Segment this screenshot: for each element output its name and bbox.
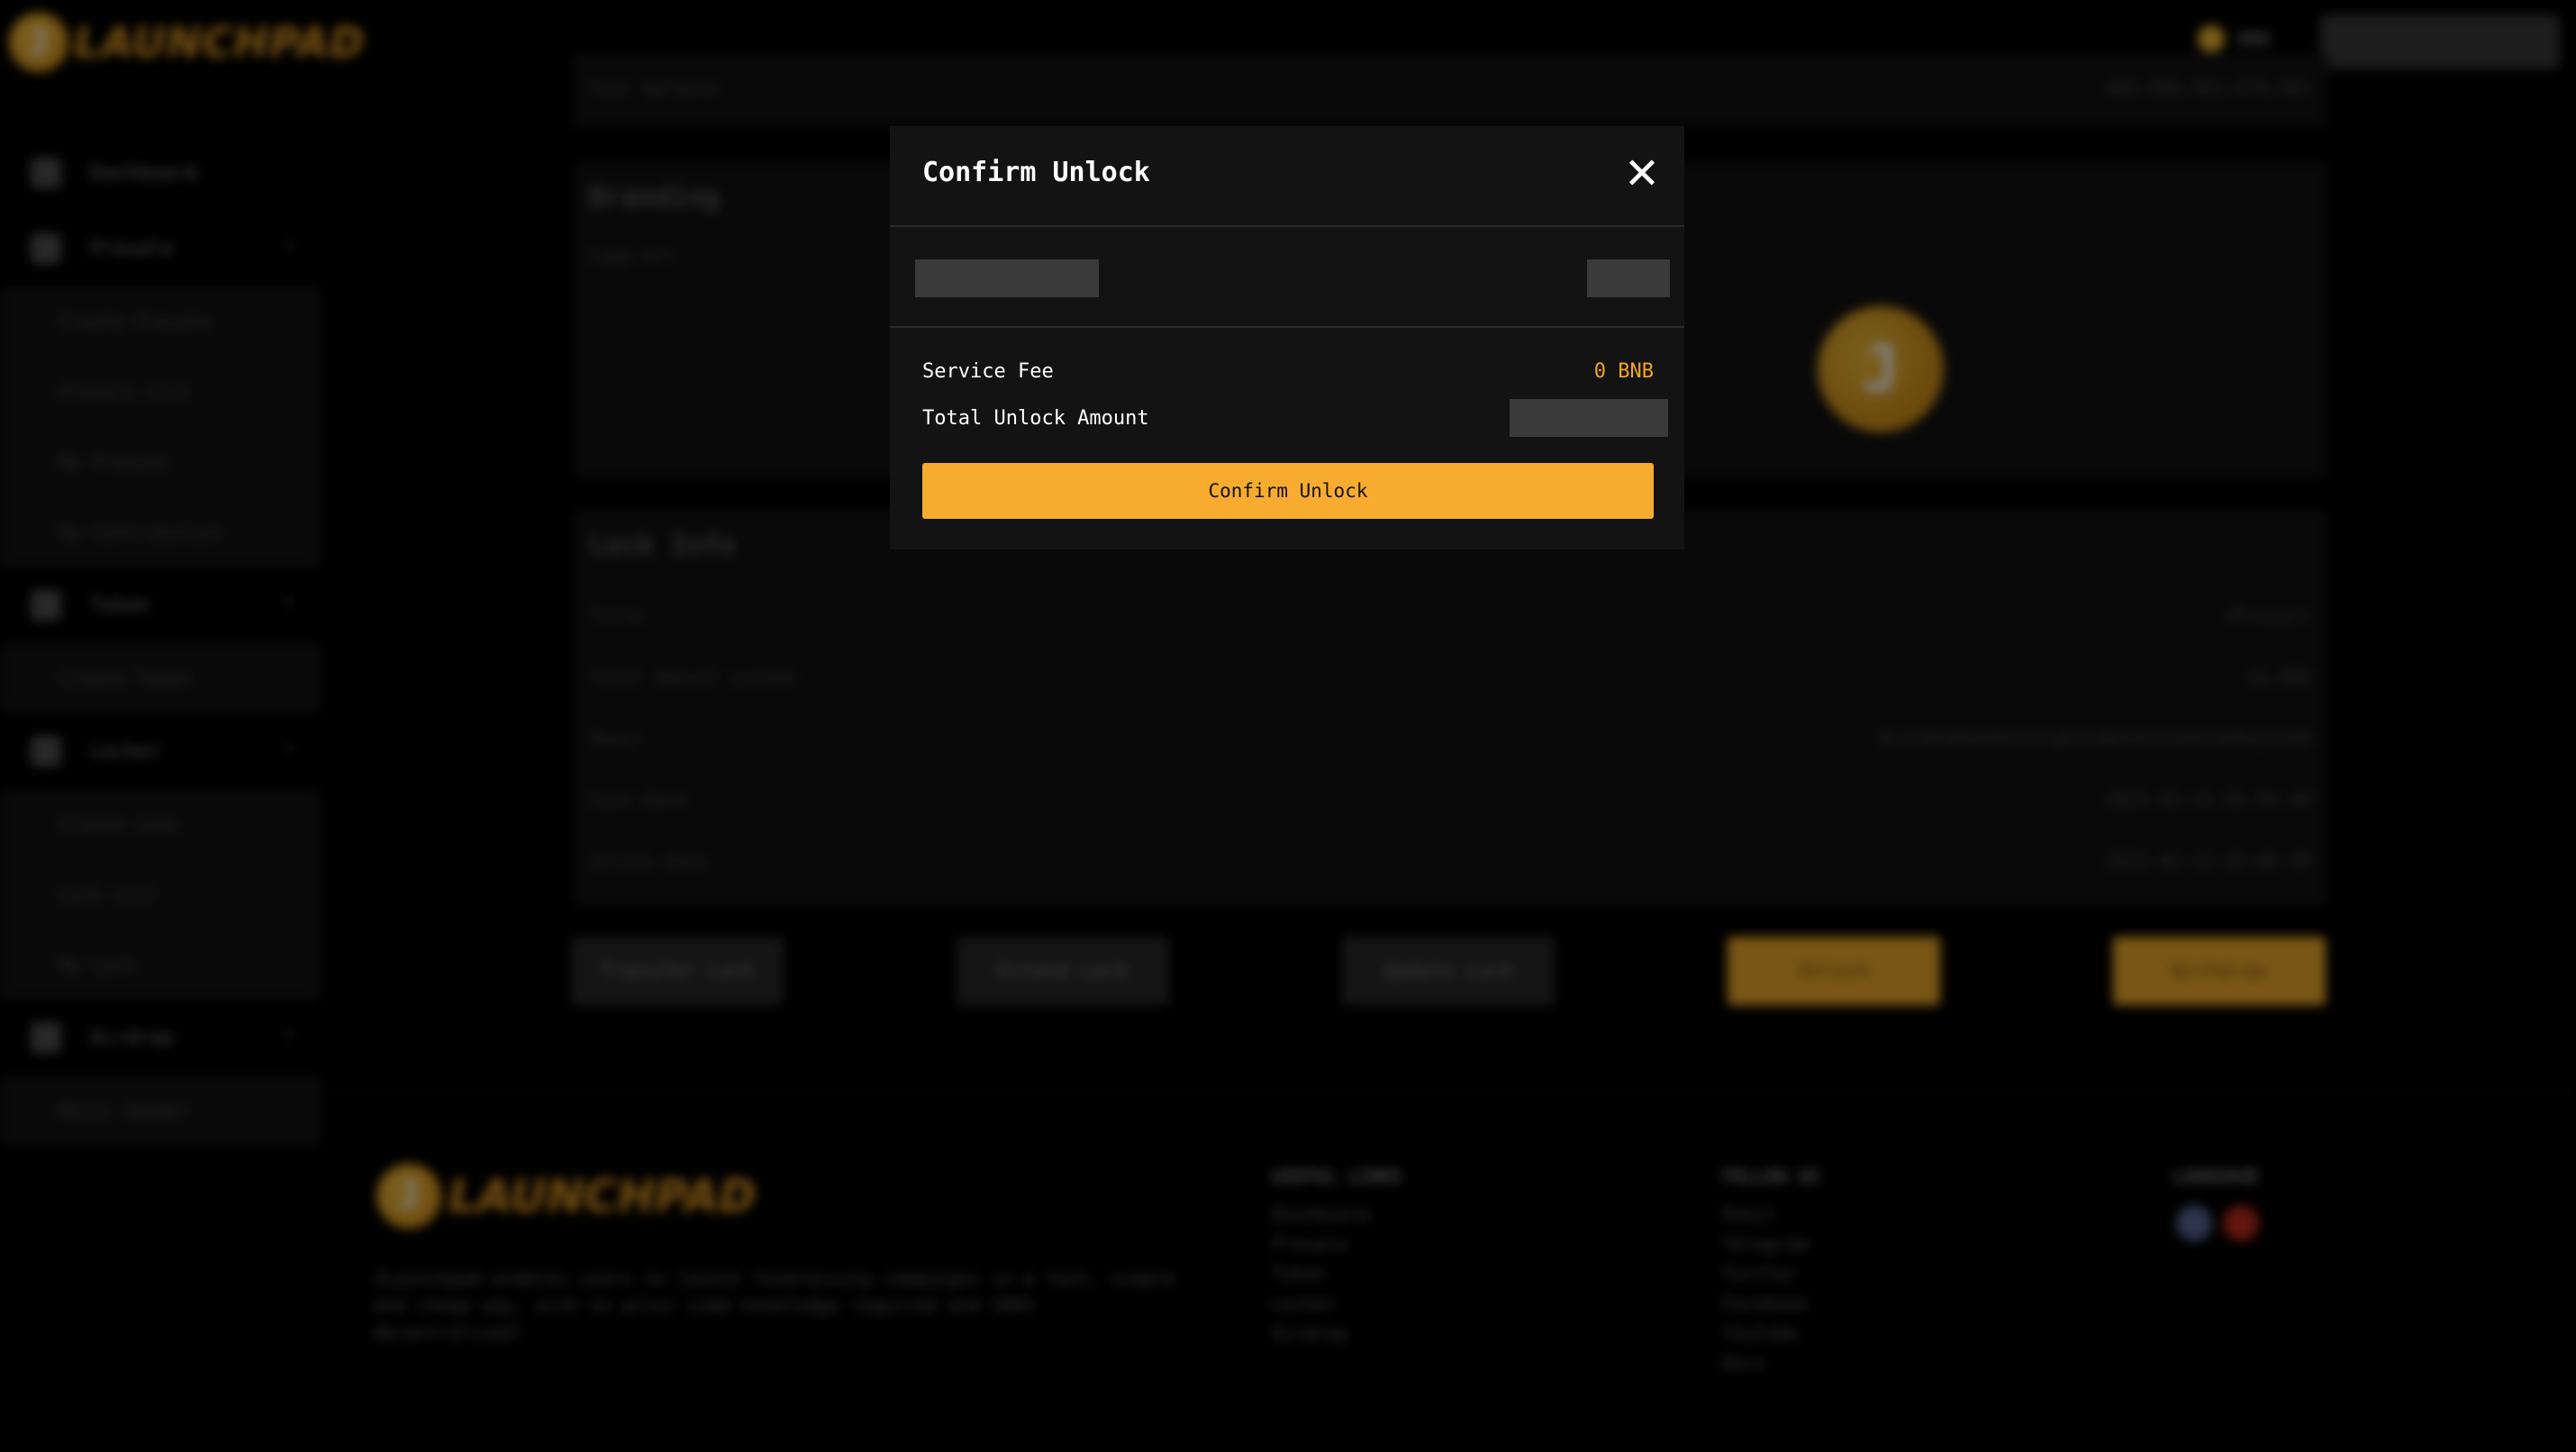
modal-title: Confirm Unlock xyxy=(922,157,1150,188)
service-fee-value: 0 BNB xyxy=(1593,359,1654,383)
token-amount-placeholder xyxy=(1587,259,1670,297)
close-icon[interactable]: ✕ xyxy=(1619,151,1664,196)
confirm-unlock-button[interactable]: Confirm Unlock xyxy=(922,463,1654,519)
token-name-placeholder xyxy=(915,259,1099,297)
token-info-row xyxy=(890,227,1684,328)
modal-header: Confirm Unlock ✕ xyxy=(890,126,1684,227)
service-fee-row: Service Fee 0 BNB xyxy=(922,353,1654,389)
total-unlock-row: Total Unlock Amount xyxy=(922,399,1668,437)
total-unlock-placeholder xyxy=(1510,399,1668,437)
confirm-unlock-modal: Confirm Unlock ✕ Service Fee 0 BNB Total… xyxy=(890,126,1684,549)
total-unlock-label: Total Unlock Amount xyxy=(922,406,1149,430)
service-fee-label: Service Fee xyxy=(922,359,1054,383)
